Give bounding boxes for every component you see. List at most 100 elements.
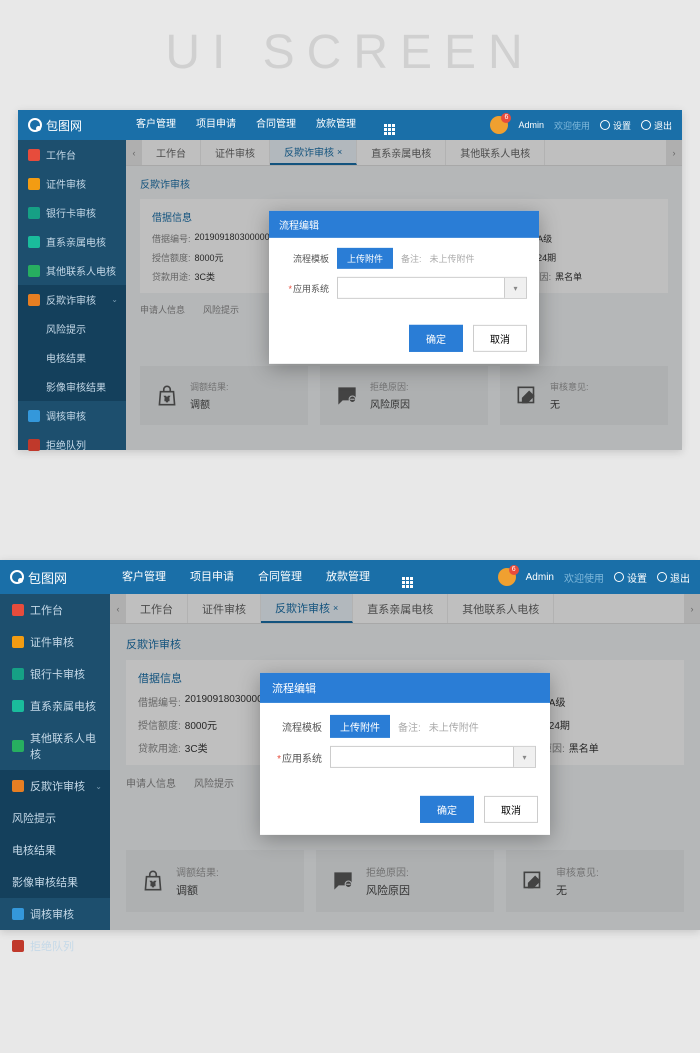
sys-label: *应用系统 <box>274 749 322 764</box>
sidebar-subitem[interactable]: 电核结果 <box>0 834 110 866</box>
sidebar-label: 工作台 <box>46 147 76 162</box>
ok-button[interactable]: 确定 <box>409 325 463 352</box>
logo[interactable]: 包图网 <box>0 568 110 587</box>
sidebar-item[interactable]: 工作台 <box>18 140 126 169</box>
sidebar-label: 其他联系人电核 <box>46 263 116 278</box>
nav-contract[interactable]: 合同管理 <box>246 110 306 140</box>
sys-select[interactable]: ▾ <box>330 746 536 768</box>
nav-project[interactable]: 项目申请 <box>178 560 246 594</box>
topbar-right: Admin 欢迎使用 设置 退出 <box>490 116 672 134</box>
sidebar-item[interactable]: 证件审核 <box>18 169 126 198</box>
sys-select[interactable]: ▾ <box>337 277 527 299</box>
sidebar-item[interactable]: 反欺诈审核⌄ <box>0 770 110 802</box>
topbar: 包图网 客户管理 项目申请 合同管理 放款管理 Admin 欢迎使用 设置 退出 <box>0 560 700 594</box>
upload-button[interactable]: 上传附件 <box>330 715 390 738</box>
sidebar-label: 反欺诈审核 <box>30 778 85 794</box>
main: ‹工作台证件审核反欺诈审核×直系亲属电核其他联系人电核› 反欺诈审核 借据信息 … <box>110 594 700 930</box>
nav-loan[interactable]: 放款管理 <box>314 560 382 594</box>
settings-link[interactable]: 设置 <box>600 119 631 132</box>
sidebar-icon <box>12 780 24 792</box>
sidebar-icon <box>12 700 24 712</box>
sidebar-label: 拒绝队列 <box>30 938 74 954</box>
sidebar-subitem[interactable]: 电核结果 <box>18 343 126 372</box>
modal: 流程编辑 流程模板 上传附件 备注: 未上传附件 *应用系统 ▾ <box>269 211 539 364</box>
logout-link[interactable]: 退出 <box>641 119 672 132</box>
chevron-down-icon: ▾ <box>513 747 535 767</box>
nav-grid[interactable] <box>382 560 425 594</box>
top-nav: 客户管理 项目申请 合同管理 放款管理 <box>126 110 405 140</box>
sys-label: *应用系统 <box>281 281 329 294</box>
nav-grid[interactable] <box>366 110 405 140</box>
sidebar-icon <box>28 178 40 190</box>
sidebar-label: 其他联系人电核 <box>30 730 98 762</box>
chevron-down-icon: ▾ <box>504 278 526 298</box>
sidebar-label: 直系亲属电核 <box>46 234 106 249</box>
power-icon <box>657 572 667 582</box>
modal-title: 流程编辑 <box>269 211 539 238</box>
sidebar-label: 拒绝队列 <box>46 437 86 452</box>
nav-project[interactable]: 项目申请 <box>186 110 246 140</box>
avatar[interactable] <box>498 568 516 586</box>
sidebar: 工作台证件审核银行卡审核直系亲属电核其他联系人电核反欺诈审核⌄风险提示电核结果影… <box>0 594 110 930</box>
sidebar-label: 银行卡审核 <box>46 205 96 220</box>
sidebar-label: 反欺诈审核 <box>46 292 96 307</box>
logo-icon <box>28 118 42 132</box>
sidebar-item[interactable]: 银行卡审核 <box>0 658 110 690</box>
sidebar-subitem[interactable]: 影像审核结果 <box>18 372 126 401</box>
logo[interactable]: 包图网 <box>18 117 126 134</box>
sidebar-subitem[interactable]: 影像审核结果 <box>0 866 110 898</box>
sidebar-item[interactable]: 反欺诈审核⌄ <box>18 285 126 314</box>
cancel-button[interactable]: 取消 <box>484 796 538 823</box>
main: ‹工作台证件审核反欺诈审核×直系亲属电核其他联系人电核› 反欺诈审核 借据信息 … <box>126 140 682 450</box>
sidebar-item[interactable]: 直系亲属电核 <box>0 690 110 722</box>
sidebar-icon <box>28 410 40 422</box>
sidebar-icon <box>12 940 24 952</box>
sidebar-item[interactable]: 工作台 <box>0 594 110 626</box>
note-label: 备注: <box>398 719 421 734</box>
sidebar-item[interactable]: 拒绝队列 <box>18 430 126 459</box>
sidebar-label: 调核审核 <box>46 408 86 423</box>
user-greet: 欢迎使用 <box>554 119 590 132</box>
sidebar-subitem[interactable]: 风险提示 <box>0 802 110 834</box>
sidebar-icon <box>28 236 40 248</box>
note-val: 未上传附件 <box>429 719 479 734</box>
grid-icon <box>402 577 413 588</box>
sidebar-item[interactable]: 拒绝队列 <box>0 930 110 962</box>
sidebar-item[interactable]: 银行卡审核 <box>18 198 126 227</box>
power-icon <box>641 120 651 130</box>
nav-customer[interactable]: 客户管理 <box>110 560 178 594</box>
logout-label: 退出 <box>670 570 690 585</box>
cancel-button[interactable]: 取消 <box>473 325 527 352</box>
sidebar-icon <box>28 149 40 161</box>
nav-contract[interactable]: 合同管理 <box>246 560 314 594</box>
grid-icon <box>384 124 395 135</box>
avatar[interactable] <box>490 116 508 134</box>
sidebar-item[interactable]: 证件审核 <box>0 626 110 658</box>
app-window-2: 包图网 客户管理 项目申请 合同管理 放款管理 Admin 欢迎使用 设置 退出 <box>0 560 700 930</box>
sidebar-item[interactable]: 直系亲属电核 <box>18 227 126 256</box>
user-name: Admin <box>526 572 554 583</box>
settings-link[interactable]: 设置 <box>614 570 647 585</box>
sidebar-item[interactable]: 其他联系人电核 <box>18 256 126 285</box>
sidebar-item[interactable]: 调核审核 <box>0 898 110 930</box>
sidebar-icon <box>12 668 24 680</box>
logo-icon <box>10 570 24 584</box>
sidebar-label: 直系亲属电核 <box>30 698 96 714</box>
sys-select-input[interactable] <box>331 747 513 767</box>
sys-select-input[interactable] <box>338 278 504 298</box>
nav-customer[interactable]: 客户管理 <box>126 110 186 140</box>
app-window-1: 包图网 客户管理 项目申请 合同管理 放款管理 Admin 欢迎使用 设置 退出 <box>18 110 682 450</box>
nav-loan[interactable]: 放款管理 <box>306 110 366 140</box>
sidebar-item[interactable]: 其他联系人电核 <box>0 722 110 770</box>
sidebar-label: 银行卡审核 <box>30 666 85 682</box>
sidebar-label: 调核审核 <box>30 906 74 922</box>
note-val: 未上传附件 <box>430 252 475 265</box>
upload-button[interactable]: 上传附件 <box>337 248 393 269</box>
logout-label: 退出 <box>654 119 672 132</box>
sidebar-icon <box>12 908 24 920</box>
sidebar-subitem[interactable]: 风险提示 <box>18 314 126 343</box>
logout-link[interactable]: 退出 <box>657 570 690 585</box>
sidebar-item[interactable]: 调核审核 <box>18 401 126 430</box>
ok-button[interactable]: 确定 <box>420 796 474 823</box>
brand-text: 包图网 <box>46 117 82 134</box>
